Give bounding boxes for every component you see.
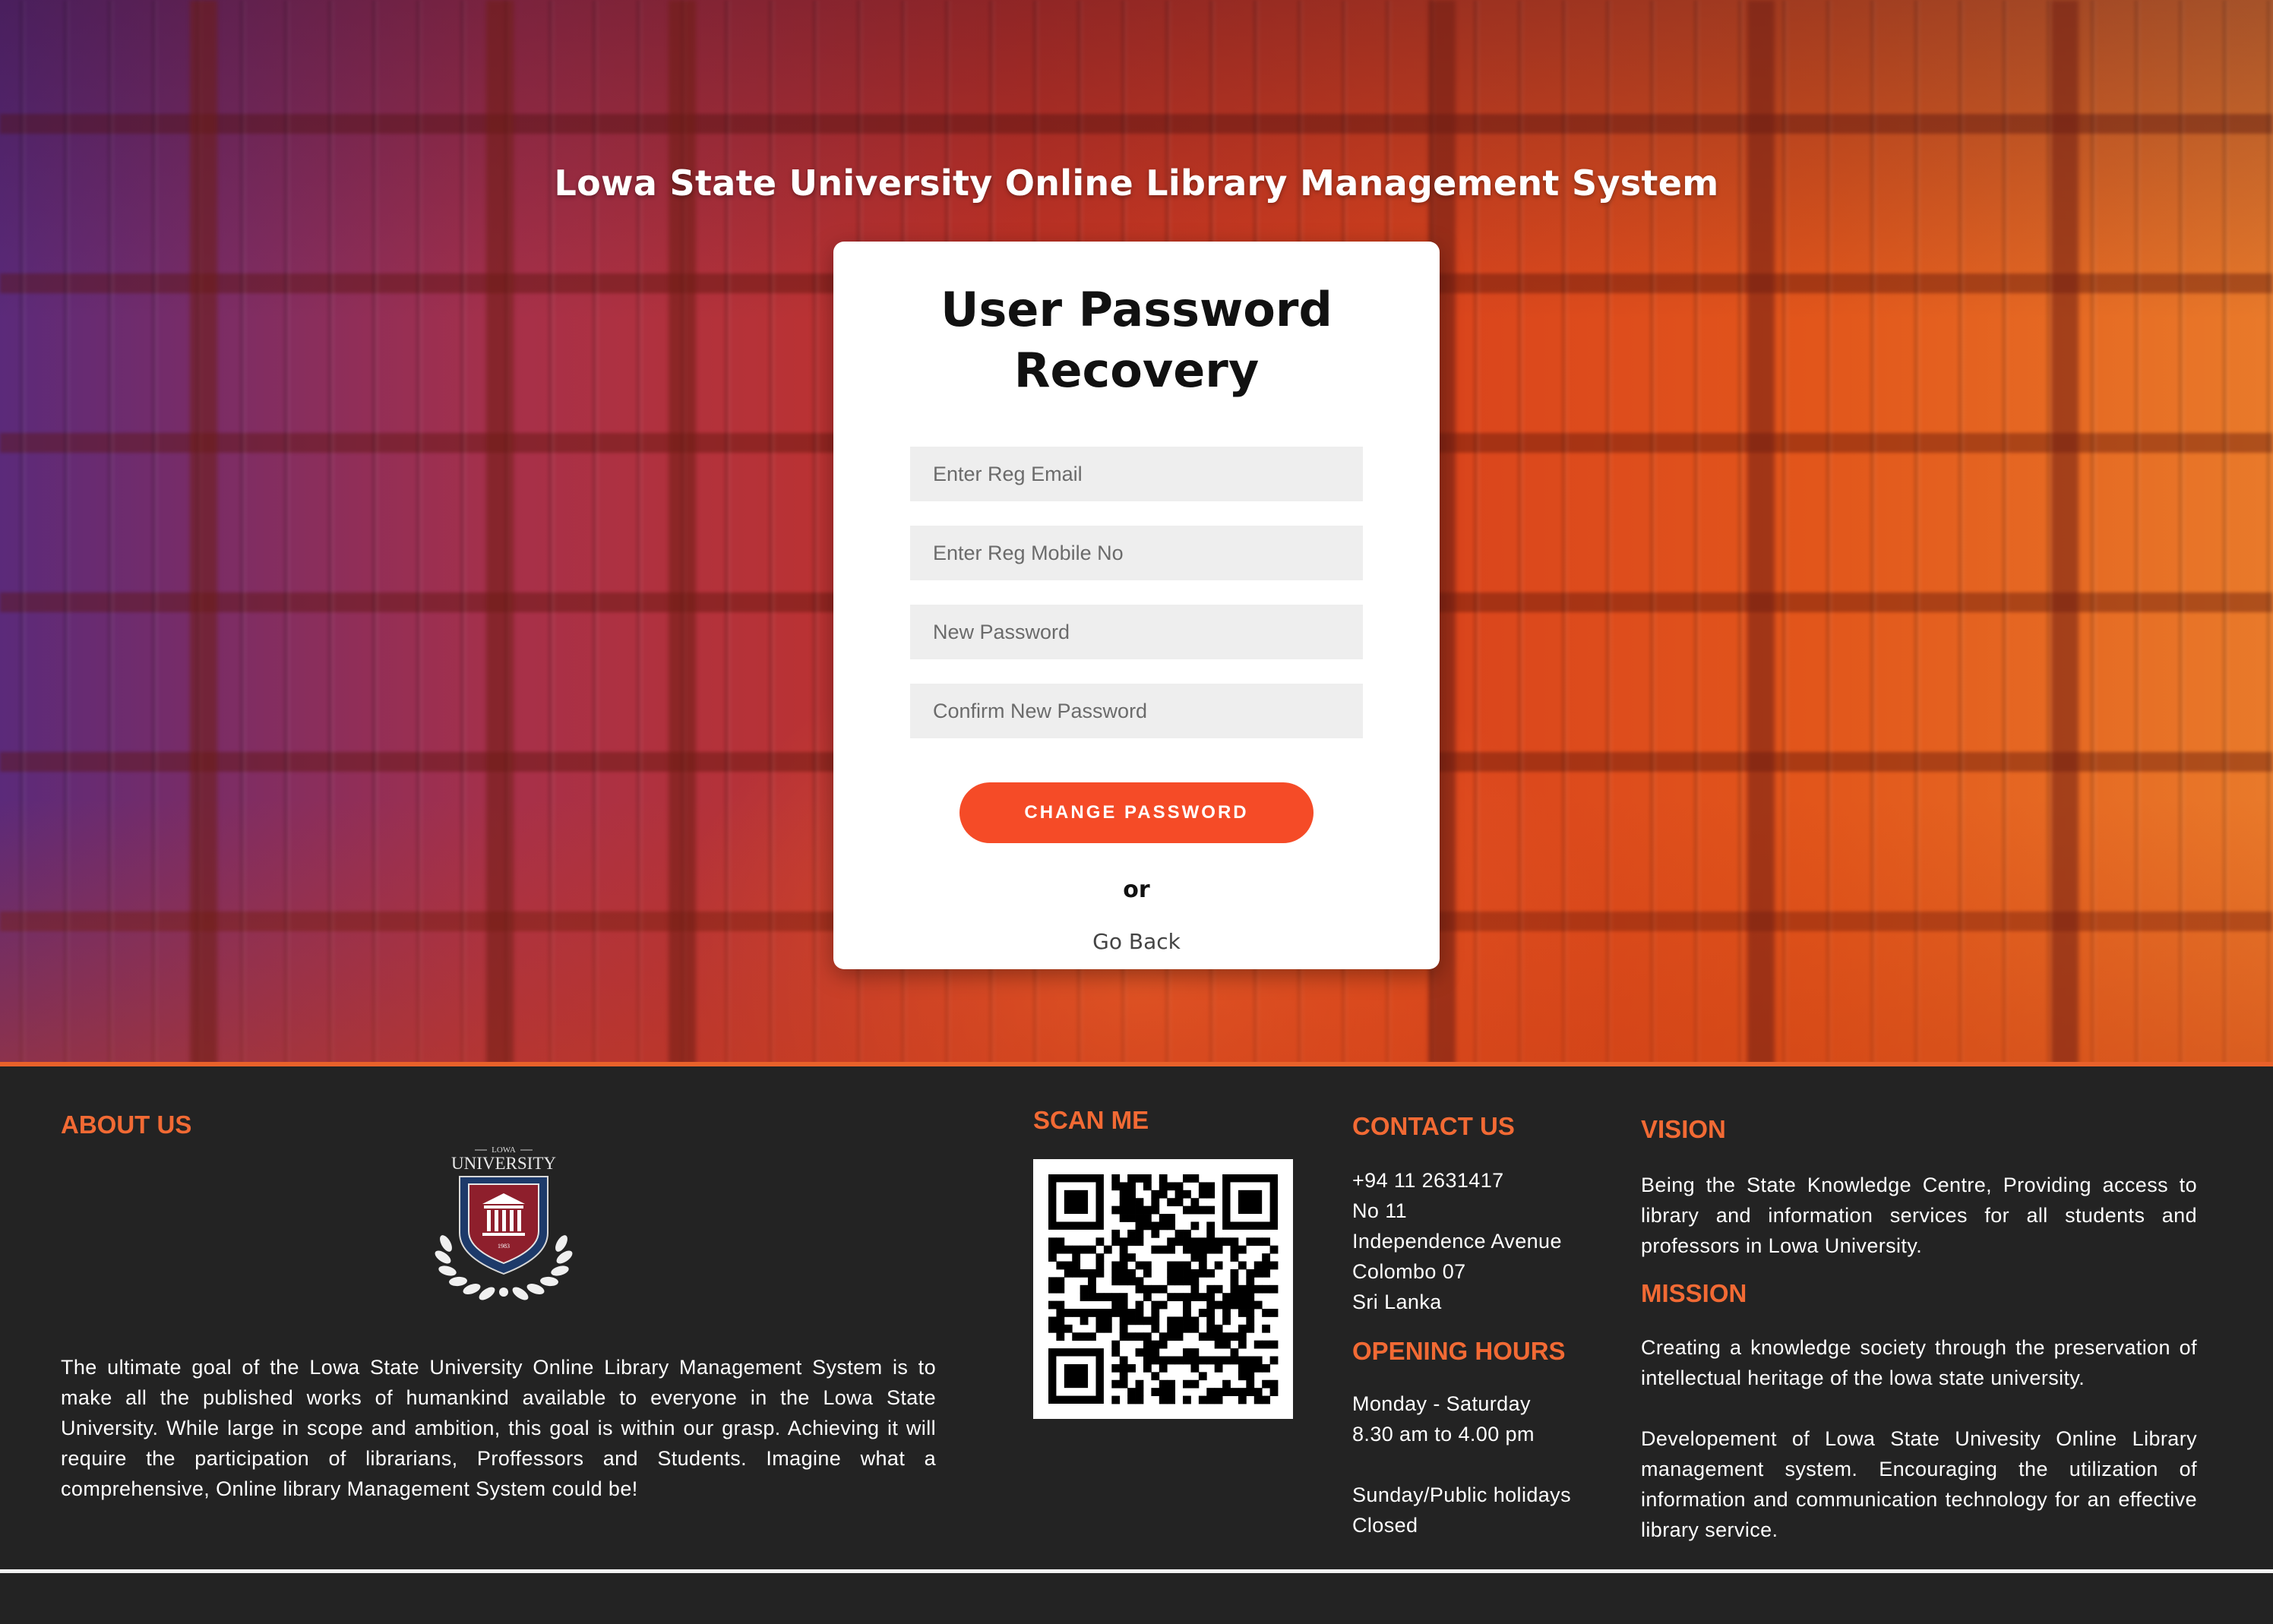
hero-divider xyxy=(0,1062,2273,1066)
address-line: No 11 xyxy=(1352,1199,1408,1222)
contact-heading: CONTACT US xyxy=(1352,1112,1515,1140)
shelf-frame xyxy=(190,0,217,1065)
mission-text: Creating a knowledge society through the… xyxy=(1641,1336,2197,1389)
vision-text: Being the State Knowledge Centre, Provid… xyxy=(1641,1174,2197,1257)
svg-text:1983: 1983 xyxy=(498,1243,510,1250)
go-back-link[interactable]: Go Back xyxy=(1092,929,1181,954)
svg-text:UNIVERSITY: UNIVERSITY xyxy=(451,1154,556,1173)
weekday-hours: 8.30 am to 4.00 pm xyxy=(1352,1423,1535,1445)
weekday-label: Monday - Saturday xyxy=(1352,1392,1531,1415)
about-text: The ultimate goal of the Lowa State Univ… xyxy=(61,1356,936,1500)
reg-email-field[interactable] xyxy=(910,447,1363,501)
reg-mobile-field[interactable] xyxy=(910,526,1363,580)
card-title: User Password Recovery xyxy=(940,282,1333,398)
confirm-password-field[interactable] xyxy=(910,684,1363,738)
qr-code-graphic xyxy=(1048,1174,1279,1404)
vision-heading: VISION xyxy=(1641,1115,1726,1143)
scan-heading: SCAN ME xyxy=(1033,1106,1149,1134)
about-heading: ABOUT US xyxy=(61,1111,192,1139)
shelf-frame xyxy=(486,0,514,1065)
password-recovery-card: User Password Recovery CHANGE PASSWORD o… xyxy=(833,242,1440,969)
opening-hours-details: Monday - Saturday 8.30 am to 4.00 pm Sun… xyxy=(1352,1389,1571,1540)
university-logo: LOWA UNIVERSITY 1983 xyxy=(435,1145,573,1300)
mission-heading: MISSION xyxy=(1641,1279,1747,1307)
opening-hours-heading: OPENING HOURS xyxy=(1352,1337,1566,1365)
shelf-frame xyxy=(2051,0,2079,1065)
address-line: Independence Avenue xyxy=(1352,1230,1562,1253)
shelf-frame xyxy=(669,0,696,1065)
address-line: Sri Lanka xyxy=(1352,1291,1442,1313)
site-title: Lowa State University Online Library Man… xyxy=(554,163,1719,204)
mission-text: Developement of Lowa State Univesity Onl… xyxy=(1641,1427,2197,1541)
holiday-label: Sunday/Public holidays xyxy=(1352,1483,1571,1506)
holiday-status: Closed xyxy=(1352,1514,1418,1537)
qr-code[interactable] xyxy=(1033,1159,1293,1419)
new-password-field[interactable] xyxy=(910,605,1363,659)
address-line: Colombo 07 xyxy=(1352,1260,1466,1283)
or-separator: or xyxy=(1123,877,1150,903)
contact-phone: +94 11 2631417 xyxy=(1352,1169,1504,1192)
shelf-frame xyxy=(1747,0,1775,1065)
contact-details: +94 11 2631417 No 11 Independence Avenue… xyxy=(1352,1165,1562,1317)
footer-divider xyxy=(0,1569,2273,1573)
change-password-button[interactable]: CHANGE PASSWORD xyxy=(959,782,1314,843)
